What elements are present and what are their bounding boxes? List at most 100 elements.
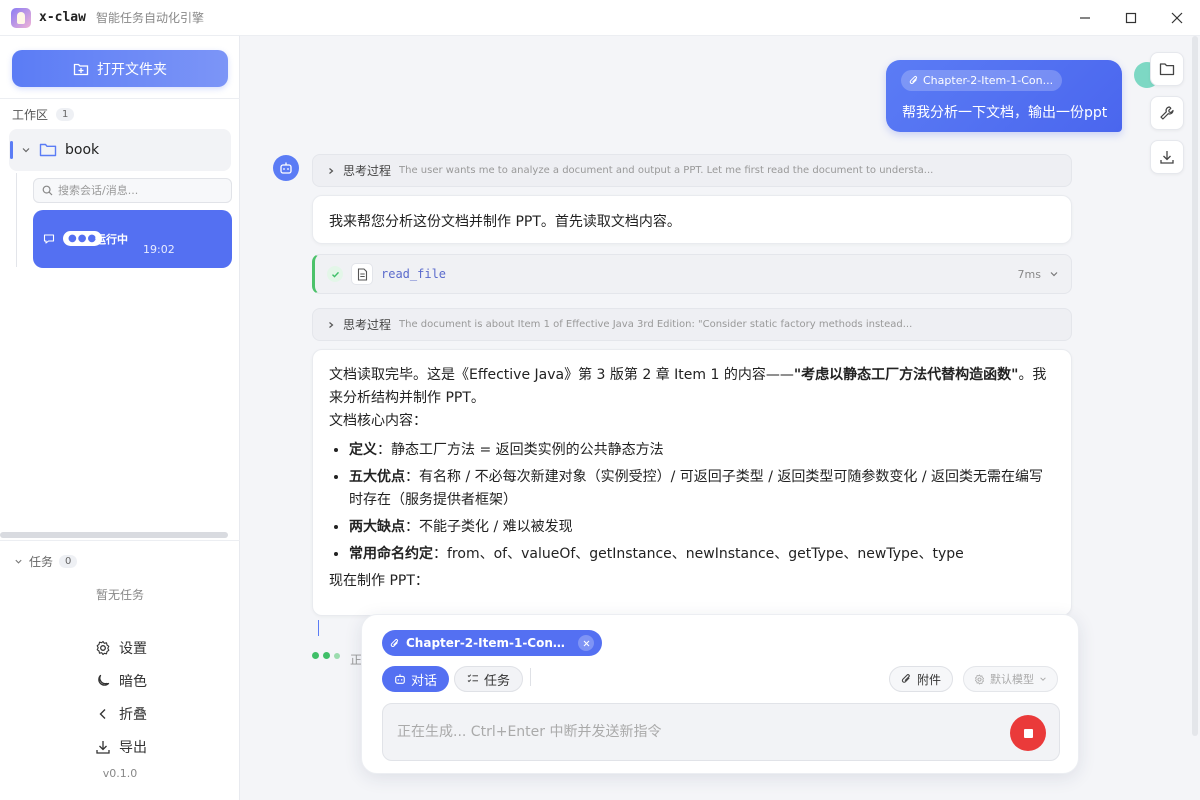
open-folder-button[interactable]: 打开文件夹 [12,50,228,87]
model-label: 默认模型 [990,673,1034,686]
thinking-process-toggle[interactable]: 思考过程 The user wants me to analyze a docu… [312,154,1072,187]
collapse-button[interactable]: 折叠 [95,704,147,724]
tool-call-read-file[interactable]: read_file 7ms [312,254,1072,294]
remove-attachment-button[interactable] [578,635,594,651]
gear-icon [974,673,985,685]
user-attachment-chip[interactable]: Chapter-2-Item-1-Con... [901,70,1062,91]
thinking-label: 思考过程 [343,318,392,332]
chevron-right-icon [329,167,334,174]
intro-text: 文档读取完毕。这是《Effective Java》第 3 版第 2 章 Item… [329,367,794,383]
gear-icon [96,640,110,656]
thinking-label: 思考过程 [343,164,392,178]
folder-plus-icon [73,63,89,75]
dark-mode-label: 暗色 [119,674,147,690]
bot-avatar [273,155,299,181]
export-button[interactable]: 导出 [95,737,147,757]
tasks-header[interactable]: 任务 0 [14,553,78,570]
list-item-key: 定义 [349,442,377,458]
download-icon [1160,151,1174,164]
success-check-icon [327,266,343,282]
message-input-area[interactable] [382,703,1060,761]
user-message-bubble: Chapter-2-Item-1-Con... 帮我分析一下文档，输出一份ppt [886,60,1122,132]
search-icon [42,185,53,196]
floating-toolbar [1150,52,1184,174]
mode-chat-label: 对话 [411,673,438,689]
core-content-list: 定义：静态工厂方法 = 返回类实例的公共静态方法 五大优点：有名称 / 不必每次… [349,439,1055,566]
message-input[interactable] [397,724,997,740]
folder-name: book [65,142,100,158]
paperclip-icon [901,674,910,683]
mode-task-button[interactable]: 任务 [454,666,524,692]
workspace-folder-book[interactable]: book [9,129,231,171]
thinking-preview: The document is about Item 1 of Effectiv… [399,319,913,330]
download-icon [96,741,110,754]
folder-icon [1159,63,1175,76]
thinking-process-toggle[interactable]: 思考过程 The document is about Item 1 of Eff… [312,308,1072,341]
vertical-scrollbar[interactable] [1192,36,1198,736]
list-item-key: 常用命名约定 [349,546,433,562]
list-item: 常用命名约定：from、of、valueOf、getInstance、newIn… [349,543,1055,566]
chat-bubble-icon [43,234,55,244]
loading-dots-icon [312,652,340,659]
minimize-icon [1080,17,1090,19]
export-label: 导出 [119,740,147,756]
tool-duration: 7ms [1017,267,1041,281]
mode-task-label: 任务 [484,673,511,689]
mode-chat-button[interactable]: 对话 [382,666,450,692]
close-window-button[interactable] [1154,0,1200,36]
attach-file-button[interactable]: 附件 [889,666,954,692]
wrench-icon [1160,106,1174,120]
assistant-message-text: 我来帮您分析这份文档并制作 PPT。首先读取文档内容。 [329,214,681,230]
tasks-label: 任务 [29,555,54,569]
open-folder-label: 打开文件夹 [97,61,167,78]
minimize-button[interactable] [1062,0,1108,36]
search-input[interactable] [58,184,218,197]
empty-tasks-text: 暂无任务 [95,588,144,602]
settings-button[interactable]: 设置 [95,638,147,658]
analysis-intro: 文档读取完毕。这是《Effective Java》第 3 版第 2 章 Item… [329,364,1055,410]
chevron-down-icon[interactable] [21,145,31,155]
tree-line [16,173,17,267]
dark-mode-button[interactable]: 暗色 [95,671,147,691]
tools-button[interactable] [1150,96,1184,130]
chevron-down-icon [15,559,22,564]
list-item: 五大优点：有名称 / 不必每次新建对象（实例受控）/ 可返回子类型 / 返回类型… [349,466,1055,512]
model-select[interactable]: 默认模型 [963,666,1058,692]
list-item-key: 五大优点 [349,469,405,485]
app-name: x-claw [39,10,86,25]
list-item: 两大缺点：不能子类化 / 难以被发现 [349,516,1055,539]
list-item: 定义：静态工厂方法 = 返回类实例的公共静态方法 [349,439,1055,462]
maximize-button[interactable] [1108,0,1154,36]
paperclip-icon [909,75,918,84]
open-files-button[interactable] [1150,52,1184,86]
version-text: v0.1.0 [102,767,138,780]
close-icon [1171,12,1183,24]
intro-bold: "考虑以静态工厂方法代替构造函数" [793,367,1019,383]
assistant-message: 我来帮您分析这份文档并制作 PPT。首先读取文档内容。 [312,195,1072,244]
robot-icon [280,162,292,174]
list-item-text: ：不能子类化 / 难以被发现 [405,519,573,535]
tasks-count-badge: 0 [59,555,78,568]
closing-text: 现在制作 PPT： [329,573,429,589]
title-bar: x-claw 智能任务自动化引擎 [0,0,1200,36]
session-search[interactable] [33,178,232,203]
composer-attachment-name: Chapter-2-Item-1-Consider... [406,636,572,650]
stop-generation-button[interactable] [1010,715,1046,751]
horizontal-scrollbar[interactable] [0,532,228,538]
assistant-analysis-message: 文档读取完毕。这是《Effective Java》第 3 版第 2 章 Item… [312,349,1072,616]
download-button[interactable] [1150,140,1184,174]
workspace-label: 工作区 [12,108,49,122]
chevron-down-icon [1040,677,1046,681]
document-icon [351,263,373,285]
thinking-preview: The user wants me to analyze a document … [399,165,934,176]
moon-icon [98,674,110,686]
composer-attachment-chip[interactable]: Chapter-2-Item-1-Consider... [382,630,602,656]
list-item-key: 两大缺点 [349,519,405,535]
list-item-text: ：有名称 / 不必每次新建对象（实例受控）/ 可返回子类型 / 返回类型可随参数… [349,469,1044,508]
running-dots-icon: ●●● [68,233,98,244]
folder-icon [39,143,57,157]
divider [0,540,240,541]
session-item-active[interactable]: ●●● 运行中 19:02 [33,210,232,268]
chevron-down-icon [1050,272,1058,277]
app-subtitle: 智能任务自动化引擎 [95,11,204,25]
